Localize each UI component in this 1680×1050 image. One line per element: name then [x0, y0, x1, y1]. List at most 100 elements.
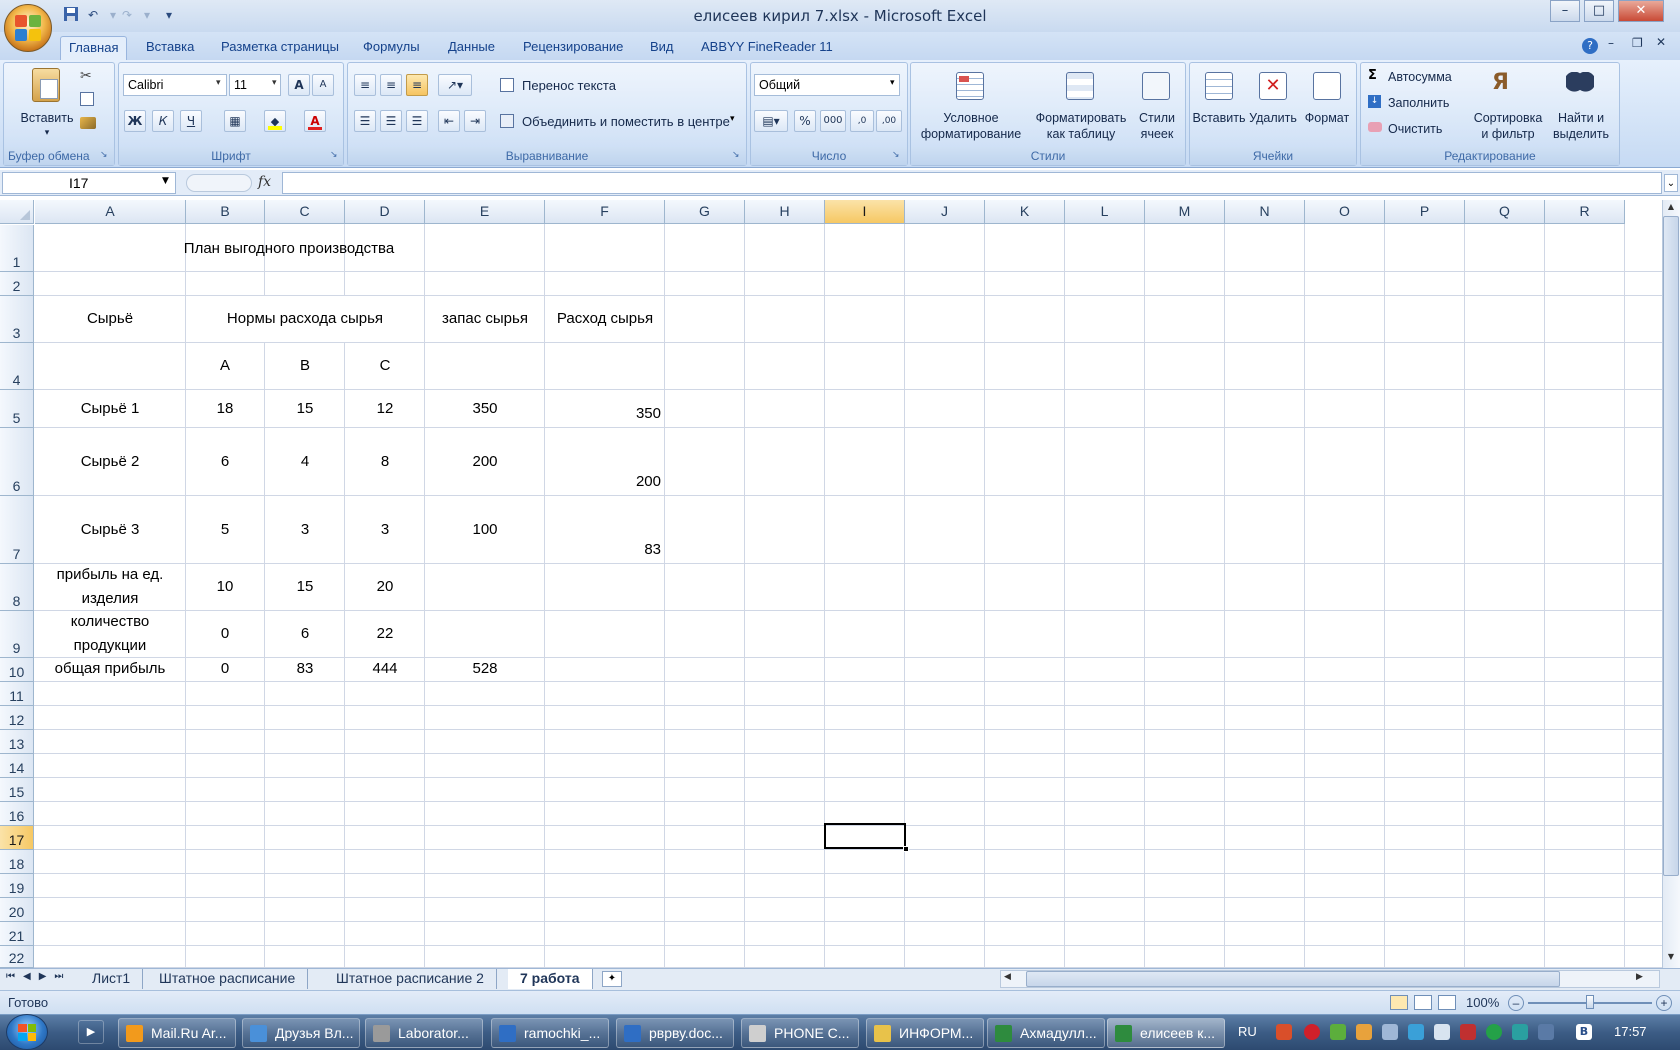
clock[interactable]: 17:57	[1614, 1020, 1647, 1044]
tray-torrent-icon[interactable]	[1486, 1024, 1502, 1040]
fill-color-button[interactable]: ◆	[264, 110, 286, 132]
select-all-corner[interactable]	[0, 200, 34, 224]
decrease-indent-button[interactable]: ⇤	[438, 110, 460, 132]
font-launcher-icon[interactable]: ↘	[330, 150, 338, 160]
sheet-tab-3[interactable]: Штатное расписание 2	[324, 969, 497, 989]
column-header-K[interactable]: K	[985, 200, 1065, 224]
fill-button[interactable]: ↓ Заполнить	[1368, 94, 1468, 112]
tab-view[interactable]: Вид	[642, 36, 682, 60]
taskbar-item-7[interactable]: ИНФОРМ...	[866, 1018, 984, 1048]
percent-button[interactable]: %	[794, 110, 816, 132]
tab-formulas[interactable]: Формулы	[355, 36, 428, 60]
increase-indent-button[interactable]: ⇥	[464, 110, 486, 132]
taskbar-item-6[interactable]: PHONE C...	[741, 1018, 859, 1048]
cell-A6[interactable]: Сырьё 2	[35, 428, 185, 495]
sheet-tab-active[interactable]: 7 работа	[508, 969, 593, 989]
zoom-level[interactable]: 100%	[1466, 991, 1499, 1014]
column-header-N[interactable]: N	[1225, 200, 1305, 224]
cell-B5[interactable]: 18	[186, 390, 264, 427]
decrease-decimal-button[interactable]: ,00	[876, 110, 902, 132]
taskbar-item-5[interactable]: рврву.doc...	[616, 1018, 734, 1048]
tray-flag-icon[interactable]	[1460, 1024, 1476, 1040]
align-top-button[interactable]: ≡	[354, 74, 376, 96]
minimize-button[interactable]: –	[1550, 0, 1580, 22]
row-header-5[interactable]: 5	[0, 390, 34, 428]
tray-vk-icon[interactable]: В	[1576, 1024, 1592, 1040]
tray-app-icon-6[interactable]	[1408, 1024, 1424, 1040]
cell-C9[interactable]: 6	[266, 611, 344, 657]
cell-A7[interactable]: Сырьё 3	[35, 496, 185, 563]
column-header-H[interactable]: H	[745, 200, 825, 224]
align-middle-button[interactable]: ≡	[380, 74, 402, 96]
cut-icon[interactable]: ✂	[80, 68, 92, 84]
align-right-button[interactable]: ☰	[406, 110, 428, 132]
vertical-scroll-thumb[interactable]	[1663, 216, 1679, 876]
taskbar-item-2[interactable]: Друзья Вл...	[242, 1018, 360, 1048]
row-header-1[interactable]: 1	[0, 225, 34, 272]
row-header-2[interactable]: 2	[0, 272, 34, 296]
cell-styles-button[interactable]: Стили ячеек	[1132, 66, 1182, 144]
taskbar-item-9[interactable]: елисеев к...	[1107, 1018, 1225, 1048]
cell-D8[interactable]: 20	[346, 564, 424, 610]
row-header-8[interactable]: 8	[0, 564, 34, 611]
help-icon[interactable]: ?	[1582, 38, 1598, 54]
font-size-dropdown-icon[interactable]: ▾	[272, 78, 277, 88]
row-header-14[interactable]: 14	[0, 754, 34, 778]
currency-button[interactable]: ▤▾	[754, 110, 788, 132]
formula-input[interactable]	[282, 172, 1662, 194]
tab-review[interactable]: Рецензирование	[515, 36, 631, 60]
cell-F6[interactable]: 200	[546, 428, 664, 495]
cell-C8[interactable]: 15	[266, 564, 344, 610]
zoom-in-icon[interactable]: +	[1656, 995, 1672, 1011]
tray-app-icon-1[interactable]	[1276, 1024, 1292, 1040]
format-painter-icon[interactable]	[80, 117, 96, 129]
format-as-table-button[interactable]: Форматировать как таблицу	[1030, 66, 1132, 144]
row-header-7[interactable]: 7	[0, 496, 34, 564]
sheet-tab-1[interactable]: Лист1	[80, 969, 144, 989]
row-header-19[interactable]: 19	[0, 874, 34, 898]
column-header-R[interactable]: R	[1545, 200, 1625, 224]
cell-D5[interactable]: 12	[346, 390, 424, 427]
borders-button[interactable]: ▦	[224, 110, 246, 132]
fill-handle[interactable]	[903, 846, 909, 852]
cell-B6[interactable]: 6	[186, 428, 264, 495]
cell-B9[interactable]: 0	[186, 611, 264, 657]
underline-button[interactable]: Ч	[180, 110, 202, 132]
row-header-11[interactable]: 11	[0, 682, 34, 706]
tab-insert[interactable]: Вставка	[138, 36, 202, 60]
align-center-button[interactable]: ☰	[380, 110, 402, 132]
cell-D4[interactable]: C	[346, 343, 424, 389]
start-button[interactable]	[6, 1014, 48, 1050]
tab-page-layout[interactable]: Разметка страницы	[213, 36, 347, 60]
cell-A8[interactable]: прибыль на ед. изделия	[35, 564, 185, 610]
scroll-down-icon[interactable]: ▼	[1664, 952, 1678, 964]
find-select-button[interactable]: Найти и выделить	[1546, 66, 1616, 144]
insert-cells-button[interactable]: Вставить	[1192, 66, 1246, 144]
ribbon-close-icon[interactable]: ✕	[1656, 35, 1666, 49]
tray-app-icon-4[interactable]	[1356, 1024, 1372, 1040]
cell-B8[interactable]: 10	[186, 564, 264, 610]
column-header-D[interactable]: D	[345, 200, 425, 224]
close-button[interactable]: ✕	[1618, 0, 1664, 22]
clipboard-launcher-icon[interactable]: ↘	[100, 150, 108, 160]
row-header-21[interactable]: 21	[0, 922, 34, 946]
scroll-left-icon[interactable]: ◀	[1004, 972, 1011, 982]
paste-button[interactable]: Вставить ▾	[12, 64, 82, 140]
italic-button[interactable]: К	[152, 110, 174, 132]
font-name-dropdown-icon[interactable]: ▾	[216, 78, 221, 88]
alignment-launcher-icon[interactable]: ↘	[732, 150, 740, 160]
row-header-12[interactable]: 12	[0, 706, 34, 730]
row-header-10[interactable]: 10	[0, 658, 34, 682]
office-button[interactable]	[4, 4, 52, 52]
cell-A3[interactable]: Сырьё	[35, 296, 185, 342]
scroll-right-icon[interactable]: ▶	[1636, 972, 1643, 982]
cell-F3[interactable]: Расход сырья	[546, 296, 664, 342]
column-header-F[interactable]: F	[545, 200, 665, 224]
cell-E3[interactable]: запас сырья	[426, 296, 544, 342]
merge-center-button[interactable]: Объединить и поместить в центре ▾	[500, 112, 740, 132]
cell-F7[interactable]: 83	[546, 496, 664, 563]
cell-B3[interactable]: Нормы расхода сырья	[186, 296, 424, 342]
column-header-B[interactable]: B	[186, 200, 265, 224]
sheet-nav-icons[interactable]: ⏮◀▶⏭	[6, 971, 71, 982]
row-header-22[interactable]: 22	[0, 946, 34, 968]
